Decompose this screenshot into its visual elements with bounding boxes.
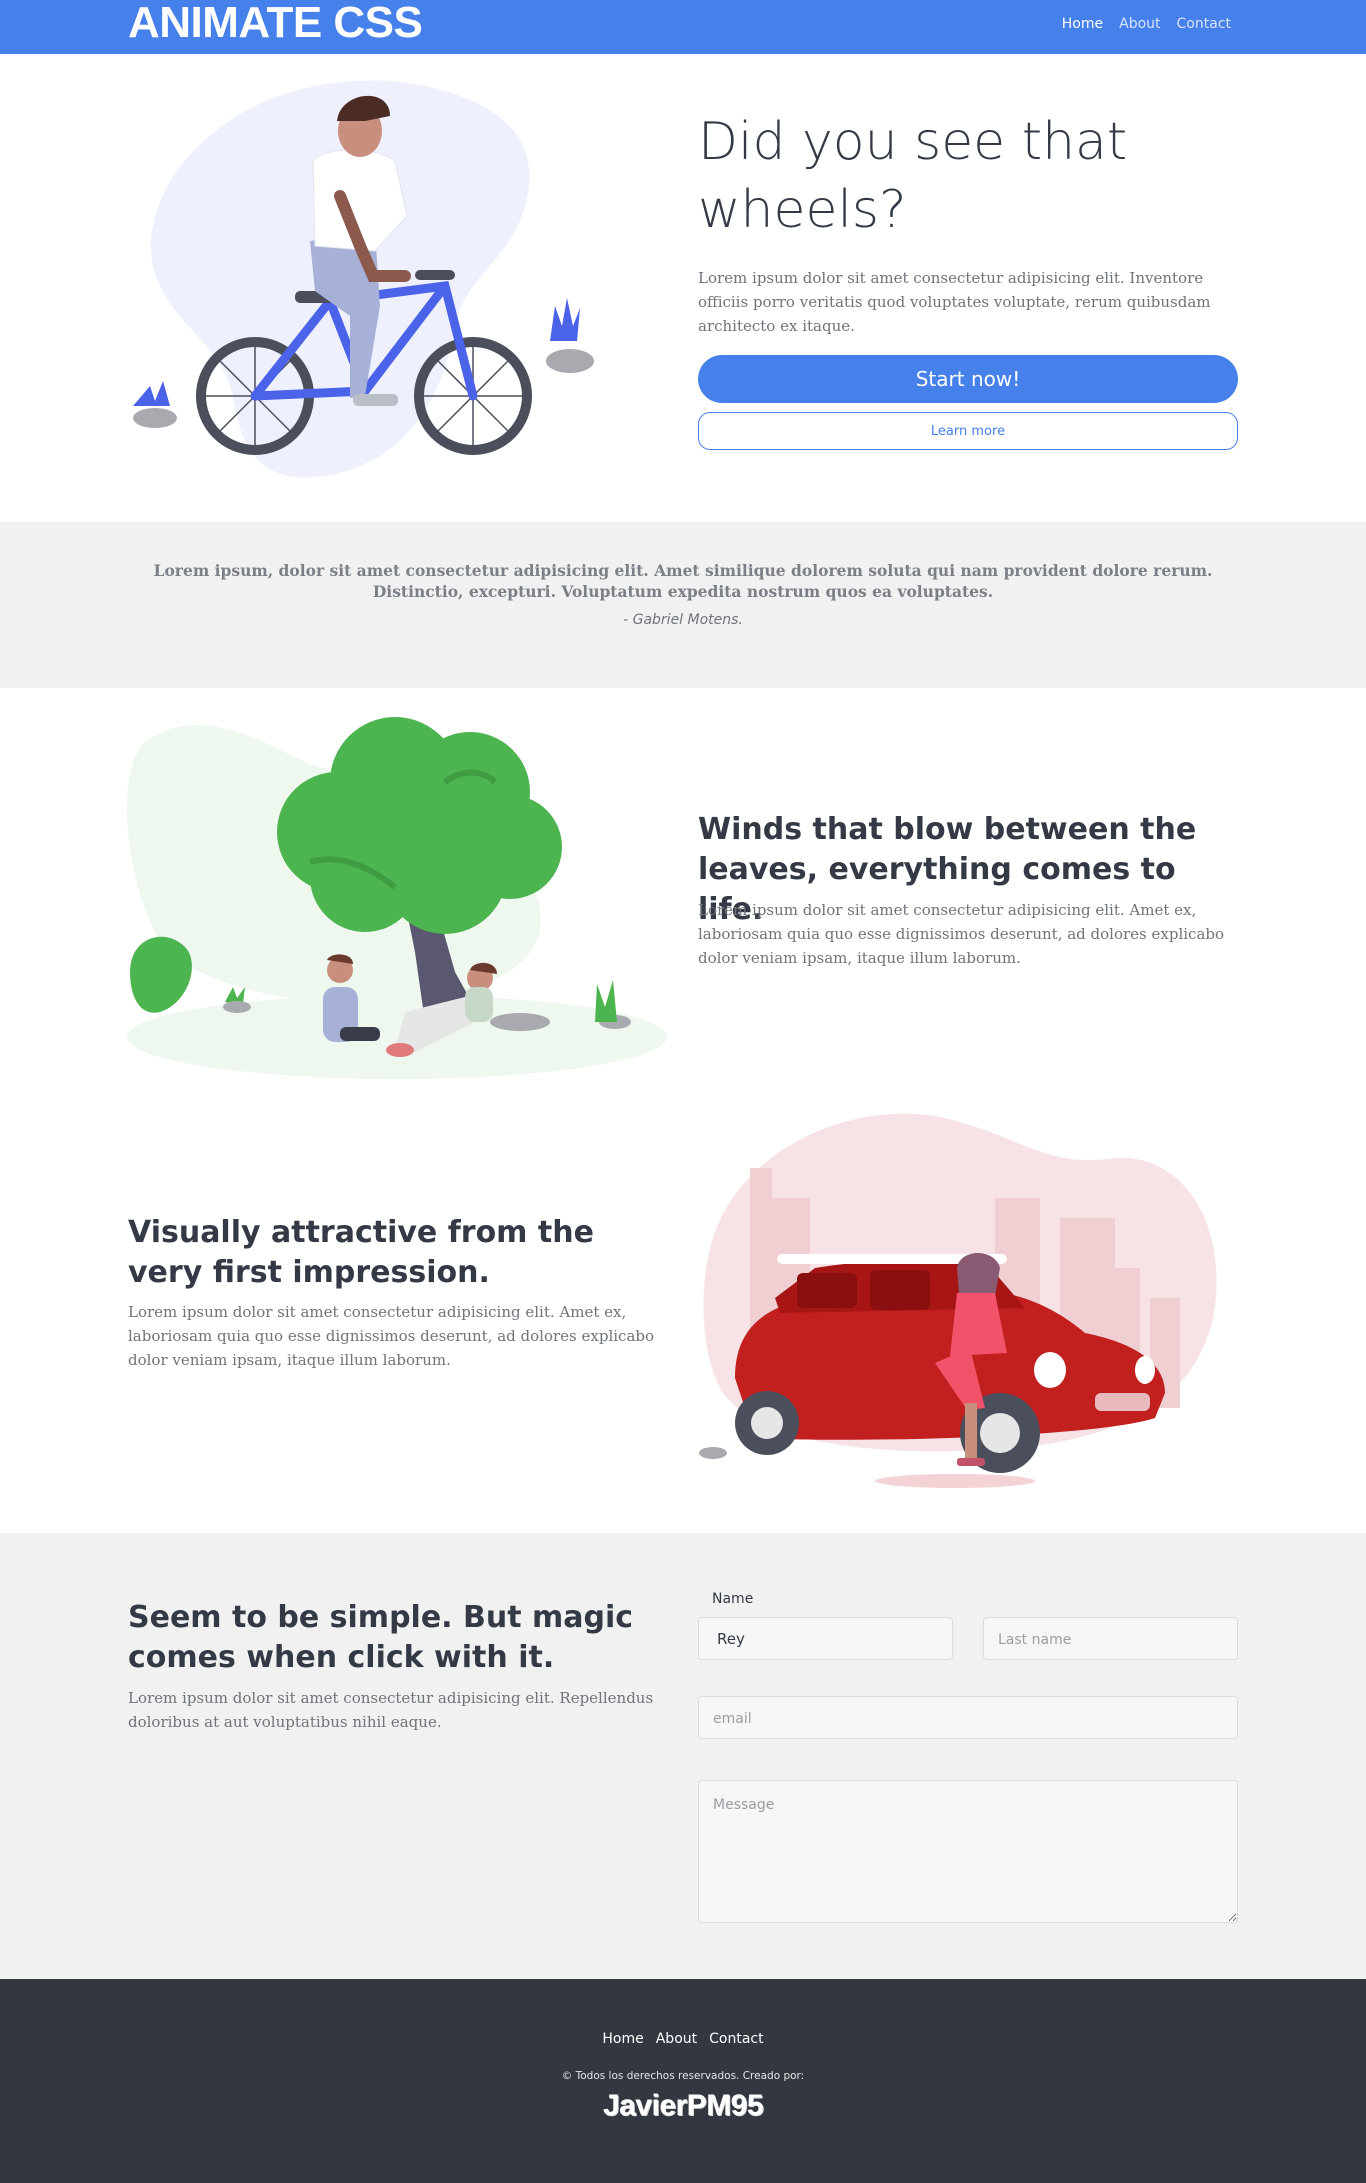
nav-links: Home About Contact [1062, 16, 1231, 32]
footer-copyright: © Todos los derechos reservados. Creado … [561, 2070, 805, 2082]
top-navbar: ANIMATE CSS Home About Contact [0, 0, 1366, 54]
contact-title: Seem to be simple. But magic comes when … [128, 1600, 634, 1675]
bicycle-illustration [133, 80, 594, 478]
footer-link-contact[interactable]: Contact [709, 2031, 763, 2047]
footer-link-about[interactable]: About [656, 2031, 697, 2047]
feature-attractive-text: Lorem ipsum dolor sit amet consectetur a… [128, 1303, 655, 1369]
contact-text: Lorem ipsum dolor sit amet consectetur a… [128, 1689, 654, 1731]
nav-link-home[interactable]: Home [1062, 16, 1103, 32]
last-name-input[interactable] [983, 1617, 1238, 1660]
footer-link-home[interactable]: Home [602, 2031, 643, 2047]
feature-attractive-title: Visually attractive from the very first … [128, 1215, 594, 1290]
author-signature[interactable]: JavierPM95 [0, 2089, 1366, 2123]
name-label: Name [712, 1591, 754, 1607]
page: ANIMATE CSS Home About Contact Did you s… [0, 0, 1366, 2183]
first-name-input[interactable] [698, 1617, 953, 1660]
brand-logo[interactable]: ANIMATE CSS [128, 0, 423, 48]
nav-link-contact[interactable]: Contact [1177, 16, 1231, 32]
email-input[interactable] [698, 1696, 1238, 1739]
start-now-button[interactable]: Start now! [698, 355, 1238, 403]
car-illustration [699, 1113, 1217, 1488]
quote-author: - Gabriel Motens. [623, 612, 743, 628]
message-textarea[interactable] [698, 1780, 1238, 1923]
nav-link-about[interactable]: About [1119, 16, 1160, 32]
tree-illustration [126, 717, 667, 1079]
feature-leaves-text: Lorem ipsum dolor sit amet consectetur a… [698, 901, 1225, 967]
hero-text: Lorem ipsum dolor sit amet consectetur a… [698, 269, 1211, 335]
learn-more-button[interactable]: Learn more [698, 412, 1238, 450]
footer: Home About Contact © Todos los derechos … [0, 1979, 1366, 2183]
hero-title: Did you see that wheels? [698, 112, 1128, 240]
quote-text: Lorem ipsum, dolor sit amet consectetur … [153, 561, 1213, 601]
footer-links: Home About Contact [0, 2031, 1366, 2047]
quote-section: Lorem ipsum, dolor sit amet consectetur … [0, 522, 1366, 688]
